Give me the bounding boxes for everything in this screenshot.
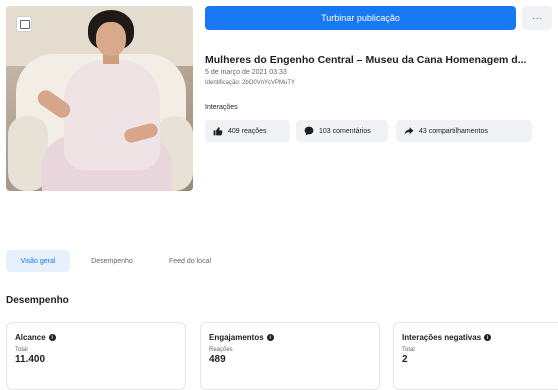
comments-count: 103 comentários [319,127,371,135]
tab-performance[interactable]: Desempenho [78,250,146,272]
post-date: 5 de março de 2021 03:33 [205,69,287,76]
thumbnail-face [96,22,126,56]
metric-title: Interações negativas i [402,333,554,342]
metric-title: Alcance i [15,333,177,342]
comment-icon [304,126,314,136]
metric-sub: Reações [209,347,233,353]
metric-card-negative: Interações negativas i Total 2 [393,322,558,390]
comments-pill[interactable]: 103 comentários [296,120,388,142]
reactions-count: 409 reações [228,127,267,135]
metric-title-text: Alcance [15,333,46,342]
interactions-label: Interações [205,104,238,111]
metric-value: 11.400 [15,354,46,365]
metric-value: 2 [402,354,408,365]
tab-overview[interactable]: Visão geral [6,250,70,272]
metric-card-engagement: Engajamentos i Reações 489 [200,322,380,390]
thumbnail-dress [64,60,160,170]
photo-icon [16,16,32,32]
info-icon[interactable]: i [48,334,56,341]
post-thumbnail[interactable] [6,6,193,191]
boost-post-button[interactable]: Turbinar publicação [205,6,516,30]
metric-sub: Total [15,347,28,353]
tab-local-feed[interactable]: Feed do local [155,250,225,272]
section-title: Desempenho [6,295,69,306]
metric-title-text: Engajamentos [209,333,264,342]
metric-title: Engajamentos i [209,333,371,342]
shares-pill[interactable]: 43 compartilhamentos [396,120,532,142]
thumbs-up-icon [213,127,223,136]
share-icon [404,127,414,135]
shares-count: 43 compartilhamentos [419,127,488,135]
metric-card-reach: Alcance i Total 11.400 [6,322,186,390]
metric-sub: Total [402,347,415,353]
tab-bar: Visão geral Desempenho Feed do local [0,250,558,272]
metric-value: 489 [209,354,226,365]
info-icon[interactable]: i [484,334,492,341]
reactions-pill[interactable]: 409 reações [205,120,290,142]
more-options-button[interactable]: ··· [522,6,552,30]
post-title[interactable]: Mulheres do Engenho Central – Museu da C… [205,54,558,66]
info-icon[interactable]: i [266,334,274,341]
post-id: Identificação: 2bO0VnYcVPMuTY [205,80,296,86]
metric-title-text: Interações negativas [402,333,482,342]
